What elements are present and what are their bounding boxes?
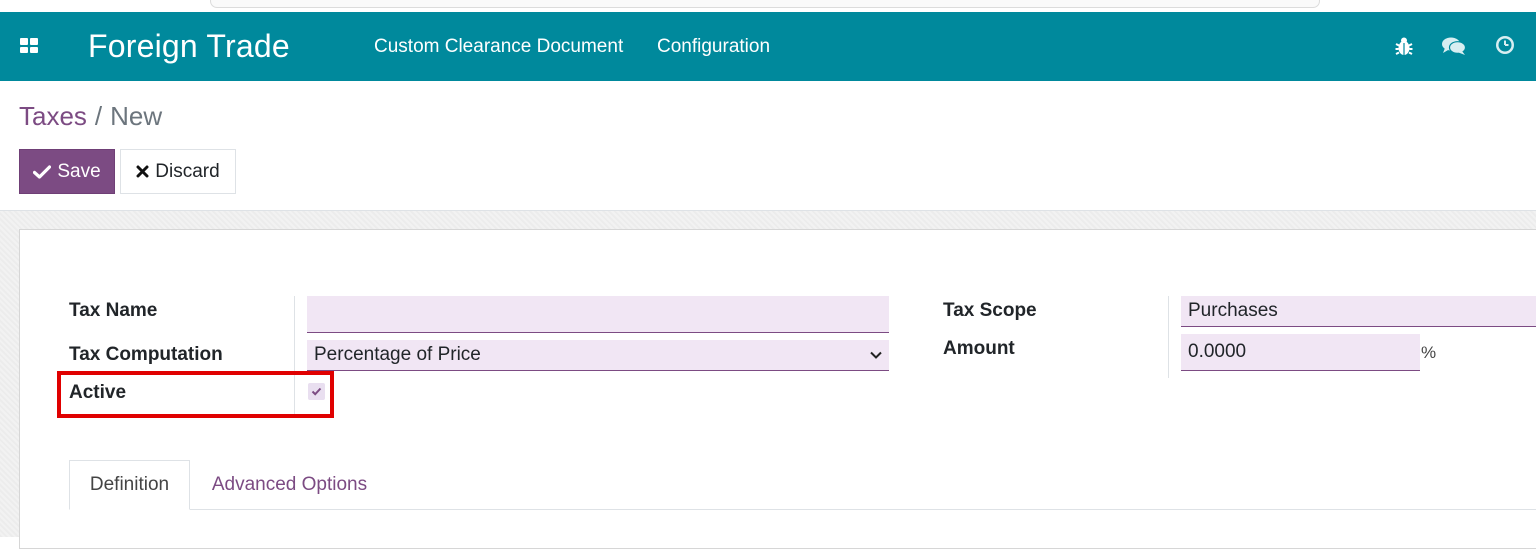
check-icon <box>33 164 52 179</box>
top-navbar: Foreign Trade Custom Clearance Document … <box>0 12 1536 81</box>
address-bar-edge <box>210 0 1320 8</box>
amount-label: Amount <box>943 338 1015 359</box>
save-button[interactable]: Save <box>19 149 115 194</box>
active-highlight-box <box>57 371 334 418</box>
tab-definition[interactable]: Definition <box>69 460 190 510</box>
tax-computation-value: Percentage of Price <box>314 344 481 365</box>
discard-button[interactable]: Discard <box>120 149 236 194</box>
amount-input[interactable]: 0.0000 <box>1181 334 1420 371</box>
app-title[interactable]: Foreign Trade <box>88 28 290 65</box>
menu-configuration[interactable]: Configuration <box>657 36 770 58</box>
bug-icon[interactable] <box>1392 34 1416 58</box>
tax-computation-select[interactable]: Percentage of Price <box>307 340 889 371</box>
tax-name-input[interactable] <box>307 296 889 333</box>
menu-custom-clearance-document[interactable]: Custom Clearance Document <box>374 36 623 58</box>
save-button-label: Save <box>57 160 101 182</box>
tax-computation-label: Tax Computation <box>69 344 223 365</box>
browser-top-strip <box>0 0 1536 12</box>
tab-advanced-options[interactable]: Advanced Options <box>197 460 382 510</box>
field-separator-right <box>1168 296 1169 378</box>
chat-icon[interactable] <box>1441 34 1467 58</box>
discard-button-label: Discard <box>155 160 220 182</box>
breadcrumb-taxes-link[interactable]: Taxes <box>19 101 87 131</box>
breadcrumb: Taxes / New <box>19 101 162 132</box>
tax-name-label: Tax Name <box>69 300 158 321</box>
clock-icon[interactable] <box>1493 34 1517 58</box>
apps-grid-icon[interactable] <box>20 38 38 53</box>
tax-scope-select[interactable]: Purchases <box>1181 296 1536 327</box>
breadcrumb-separator: / <box>94 101 103 131</box>
chevron-down-icon <box>870 351 882 359</box>
tax-scope-label: Tax Scope <box>943 300 1037 321</box>
amount-unit: % <box>1421 343 1437 362</box>
close-icon <box>136 165 149 178</box>
breadcrumb-current: New <box>110 101 163 131</box>
